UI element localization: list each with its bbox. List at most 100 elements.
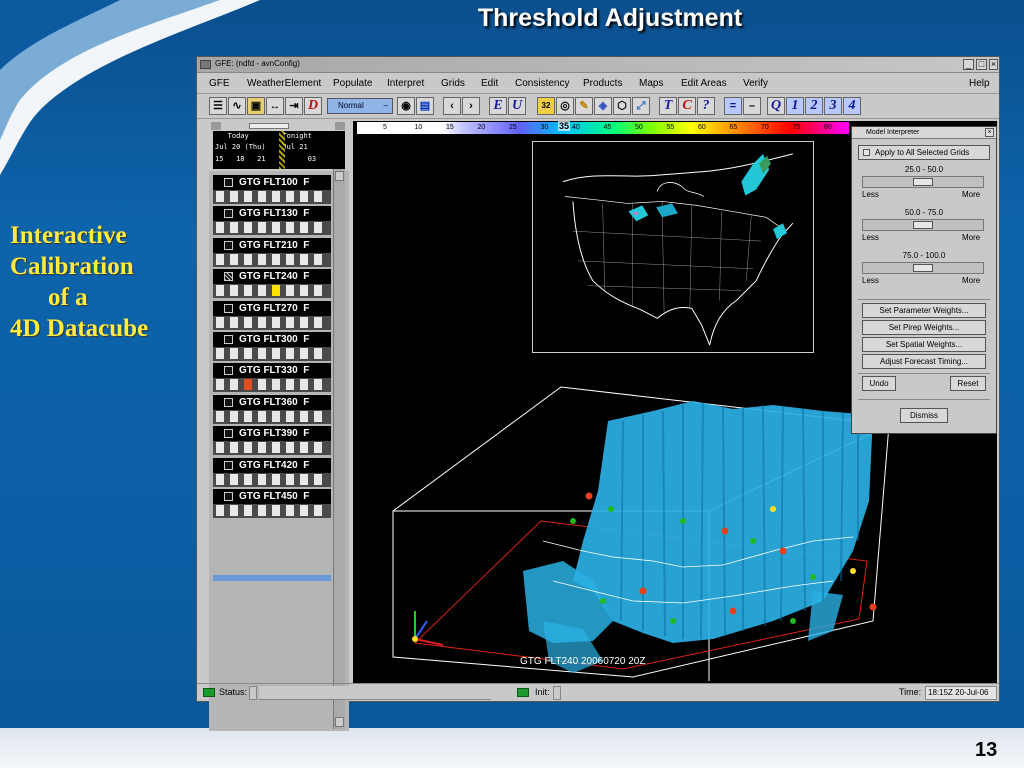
close-button[interactable]: × [989, 59, 998, 70]
grid-time-block[interactable] [216, 316, 224, 328]
grid-time-block[interactable] [272, 473, 280, 485]
grid-time-block[interactable] [286, 222, 294, 234]
grid-row-header[interactable]: GTG FLT240 F [213, 269, 331, 285]
status-scroll[interactable] [249, 686, 257, 700]
grid-time-block[interactable] [216, 473, 224, 485]
grid-time-block[interactable] [244, 316, 252, 328]
eye-icon[interactable]: ◉ [397, 97, 415, 115]
grid-time-block[interactable] [230, 379, 238, 391]
grid-time-block[interactable] [286, 410, 294, 422]
menu-edit-areas[interactable]: Edit Areas [681, 78, 727, 89]
grid-time-block[interactable] [286, 505, 294, 516]
grid-time-block[interactable] [272, 410, 280, 422]
slider-knob[interactable] [913, 178, 933, 186]
grid-time-block[interactable] [258, 222, 266, 234]
grid-time-block[interactable] [272, 505, 280, 516]
grid-time-block[interactable] [314, 473, 322, 485]
maximize-button[interactable]: □ [976, 59, 987, 70]
grid-time-block[interactable] [300, 316, 308, 328]
scroll-left-icon[interactable] [211, 122, 221, 130]
grid-time-block[interactable] [230, 285, 238, 297]
move-icon[interactable]: ⤢ [632, 97, 650, 115]
grid-time-block[interactable] [300, 222, 308, 234]
grid-time-block[interactable] [216, 222, 224, 234]
grid-row-header[interactable]: GTG FLT330 F [213, 363, 331, 379]
grid-time-block[interactable] [258, 505, 266, 516]
grid-time-block[interactable] [230, 316, 238, 328]
grid-row-header[interactable]: GTG FLT130 F [213, 206, 331, 222]
dialog-title[interactable]: Model Interpreter [852, 127, 996, 139]
grid-row-header[interactable]: GTG FLT450 F [213, 489, 331, 504]
grid-time-block[interactable] [272, 253, 280, 265]
grid-time-block[interactable] [230, 253, 238, 265]
set-spatial-weights-button[interactable]: Set Spatial Weights... [862, 337, 986, 352]
dialog-close-icon[interactable]: × [985, 128, 994, 137]
grid-vertical-scrollbar[interactable] [333, 169, 345, 729]
target-icon[interactable]: ◎ [556, 97, 574, 115]
grid-time-block[interactable] [216, 505, 224, 516]
grid-time-block[interactable] [230, 191, 238, 202]
grid-row[interactable]: GTG FLT420 F [213, 457, 345, 488]
menu-gfe[interactable]: GFE [209, 78, 230, 89]
window-menu-icon[interactable] [200, 60, 211, 69]
grid-row[interactable]: GTG FLT360 F [213, 394, 345, 425]
minimize-button[interactable]: _ [963, 59, 974, 70]
grid-time-block[interactable] [314, 316, 322, 328]
grid-time-block[interactable] [314, 348, 322, 359]
menu-grids[interactable]: Grids [441, 78, 465, 89]
time-scroll-thumb[interactable] [249, 123, 289, 129]
tool-u-button[interactable]: U [508, 97, 526, 115]
grid-time-block[interactable] [272, 379, 280, 391]
grid-time-block[interactable] [244, 505, 252, 516]
grid-time-block[interactable] [314, 442, 322, 454]
threshold-slider[interactable] [862, 176, 984, 188]
grid-timeline[interactable] [213, 252, 331, 267]
mode-select[interactable]: Normal – [327, 98, 393, 114]
grid-time-block[interactable] [244, 473, 252, 485]
grid-row-header[interactable]: GTG FLT420 F [213, 457, 331, 473]
grid-time-block[interactable] [272, 348, 280, 359]
expand-arrows-icon[interactable]: ↔ [266, 97, 284, 115]
collapse-arrows-icon[interactable]: ⇥ [285, 97, 303, 115]
grid-time-block[interactable] [314, 253, 322, 265]
grid-row[interactable]: GTG FLT210 F [213, 237, 345, 268]
grid-time-block[interactable] [314, 191, 322, 202]
grid-time-block[interactable] [314, 379, 322, 391]
grid-time-block[interactable] [258, 285, 266, 297]
grid-time-block[interactable] [300, 285, 308, 297]
grid-time-block[interactable] [230, 473, 238, 485]
grid-time-block[interactable] [300, 253, 308, 265]
grid-row-header[interactable]: GTG FLT390 F [213, 426, 331, 442]
grid-time-block[interactable] [258, 442, 266, 454]
grid-time-block[interactable] [244, 379, 252, 391]
grid-time-block[interactable] [300, 442, 308, 454]
grid-checkbox[interactable] [224, 240, 233, 250]
scroll-down-icon[interactable] [335, 717, 344, 727]
menu-consistency[interactable]: Consistency [515, 78, 569, 89]
menu-weatherelement[interactable]: WeatherElement [247, 78, 321, 89]
grid-row[interactable]: GTG FLT270 F [213, 300, 345, 331]
tool-3-button[interactable]: 3 [824, 97, 842, 115]
grid-time-block[interactable] [272, 191, 280, 202]
grid-time-block[interactable] [258, 379, 266, 391]
grid-row-header[interactable]: GTG FLT360 F [213, 394, 331, 410]
grid-time-block[interactable] [258, 316, 266, 328]
tool-2-button[interactable]: 2 [805, 97, 823, 115]
grid-timeline[interactable] [213, 472, 331, 487]
grid-time-block[interactable] [216, 253, 224, 265]
tool-4-button[interactable]: 4 [843, 97, 861, 115]
grid-timeline[interactable] [213, 284, 331, 299]
grid-time-block[interactable] [314, 222, 322, 234]
grid-time-block[interactable] [314, 285, 322, 297]
grid-row[interactable]: GTG FLT390 F [213, 426, 345, 456]
grid-checkbox[interactable] [224, 460, 233, 470]
grid-time-block[interactable] [286, 253, 294, 265]
grid-time-block[interactable] [258, 191, 266, 202]
window-titlebar[interactable]: GFE: (ndfd - avnConfig) _ □ × [197, 57, 999, 73]
grid-time-block[interactable] [272, 316, 280, 328]
reset-button[interactable]: Reset [950, 376, 986, 391]
grid-timeline[interactable] [213, 409, 331, 424]
grid-time-block[interactable] [286, 348, 294, 359]
grid-row[interactable]: GTG FLT300 F [213, 332, 345, 362]
grid-time-block[interactable] [300, 379, 308, 391]
